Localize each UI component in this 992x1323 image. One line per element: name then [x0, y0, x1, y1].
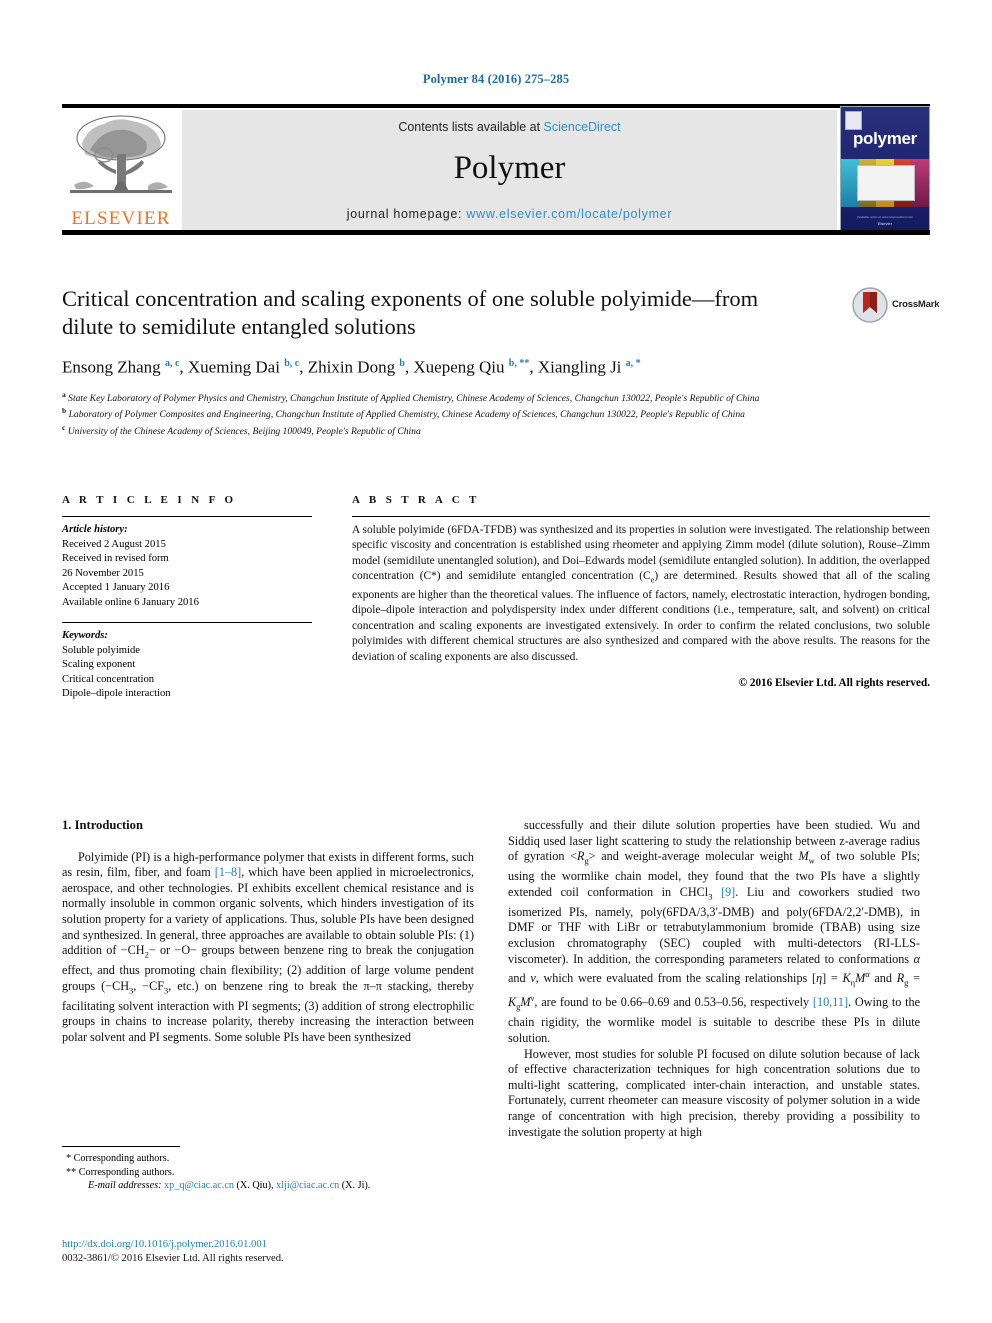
affiliation-item: a State Key Laboratory of Polymer Physic…	[62, 389, 760, 404]
abstract-column: A B S T R A C T A soluble polyimide (6FD…	[352, 494, 930, 689]
crossmark-badge[interactable]: CrossMark	[852, 287, 952, 327]
cover-inset-figure	[857, 165, 915, 201]
affiliation-list: a State Key Laboratory of Polymer Physic…	[62, 389, 917, 439]
article-history-item: 26 November 2015	[62, 567, 144, 579]
affiliation-item: b Laboratory of Polymer Composites and E…	[62, 406, 745, 421]
article-history-item: Received in revised form	[62, 553, 169, 564]
author-separator: ,	[529, 357, 538, 377]
issn-copyright: 0032-3861/© 2016 Elsevier Ltd. All right…	[62, 1253, 284, 1264]
homepage-prefix: journal homepage:	[346, 207, 467, 221]
footnote-rule	[62, 1146, 180, 1147]
author-affiliation-mark: b, **	[508, 358, 530, 369]
keyword-item: Soluble polyimide	[62, 644, 140, 656]
elsevier-logo: ELSEVIER	[62, 110, 180, 230]
email-owner-ji: (X. Ji).	[341, 1180, 371, 1192]
footnote-line-2: ** Corresponding authors.	[62, 1166, 474, 1180]
article-info-heading: A R T I C L E I N F O	[62, 494, 237, 506]
keywords-label: Keywords:	[62, 630, 108, 641]
crossmark-label: CrossMark	[892, 299, 940, 310]
abstract-body: A soluble polyimide (6FDA-TFDB) was synt…	[352, 524, 930, 663]
cover-journal-title: polymer	[852, 129, 918, 148]
cover-subfooter: Available online at www.sciencedirect.co…	[856, 215, 914, 219]
article-info-column: A R T I C L E I N F O Article history: R…	[62, 494, 312, 702]
footnote-text-1: Corresponding authors.	[73, 1153, 170, 1164]
cover-publisher-badge	[845, 111, 862, 130]
masthead-center-panel: Contents lists available at ScienceDirec…	[182, 110, 837, 230]
keywords-list: Soluble polyimide Scaling exponent Critica…	[62, 644, 312, 702]
journal-masthead: ELSEVIER Contents lists available at Sci…	[62, 104, 930, 235]
affiliation-mark: c	[62, 422, 66, 432]
intro-paragraph-3: However, most studies for soluble PI foc…	[508, 1046, 920, 1139]
footnote-mark-2: **	[66, 1166, 77, 1178]
running-head: Polymer 84 (2016) 275–285	[422, 72, 570, 86]
author-name: Xiangling Ji	[537, 357, 626, 377]
author-name: Xueming Dai	[187, 357, 285, 377]
email-owner-qiu: (X. Qiu),	[236, 1180, 274, 1192]
elsevier-wordmark: ELSEVIER	[71, 208, 171, 229]
affiliation-item: c University of the Chinese Academy of S…	[62, 422, 421, 438]
journal-title: Polymer	[453, 150, 566, 186]
footnote-line-1: * Corresponding authors.	[62, 1152, 474, 1166]
footnote-block: * Corresponding authors. ** Correspondin…	[62, 1146, 474, 1193]
footnote-text-2: Corresponding authors.	[78, 1166, 175, 1178]
author-affiliation-mark: b, c	[284, 358, 300, 369]
affiliation-mark: b	[62, 406, 67, 416]
abstract-heading: A B S T R A C T	[352, 494, 480, 506]
keyword-item: Dipole–dipole interaction	[62, 688, 171, 699]
abstract-rule	[352, 516, 930, 517]
email-addresses-label: E-mail addresses:	[88, 1180, 162, 1192]
author-separator: ,	[299, 357, 308, 377]
masthead-bottom-rule	[62, 230, 930, 235]
bottom-metadata: http://dx.doi.org/10.1016/j.polymer.2016…	[62, 1238, 562, 1266]
abstract-copyright: © 2016 Elsevier Ltd. All rights reserved…	[738, 676, 930, 689]
title-block: Critical concentration and scaling expon…	[62, 285, 852, 438]
author-name: Zhixin Dong	[307, 357, 400, 377]
section-heading-introduction: 1. Introduction	[62, 818, 143, 832]
crossmark-icon	[852, 287, 888, 323]
journal-cover-thumbnail: polymer Available online at www.scienced…	[840, 106, 930, 232]
article-history-item: Accepted 1 January 2016	[62, 582, 170, 593]
masthead-top-rule	[62, 104, 930, 108]
keyword-item: Scaling exponent	[62, 659, 136, 670]
cover-footer: Elsevier	[877, 221, 893, 226]
footnote-emails: E-mail addresses: xp_q@ciac.ac.cn (X. Qi…	[62, 1179, 474, 1193]
paper-page: Polymer 84 (2016) 275–285 ELSEVIER Conte…	[0, 0, 992, 1323]
article-history-item: Available online 6 January 2016	[62, 596, 199, 608]
keywords-rule	[62, 622, 312, 623]
body-column-left: 1. Introduction Polyimide (PI) is a high…	[62, 818, 474, 1046]
article-history-item: Received 2 August 2015	[62, 538, 166, 550]
contents-prefix: Contents lists available at	[398, 120, 544, 134]
intro-paragraph-1: Polyimide (PI) is a high-performance pol…	[62, 849, 475, 1044]
author-affiliation-mark: a, *	[625, 358, 641, 369]
author-name: Ensong Zhang	[62, 357, 165, 377]
doi-link[interactable]: http://dx.doi.org/10.1016/j.polymer.2016…	[62, 1238, 562, 1252]
author-separator: ,	[179, 357, 188, 377]
citation-ref[interactable]: [10,11]	[813, 995, 848, 1009]
author-name: Xuepeng Qiu	[413, 357, 509, 377]
citation-ref[interactable]: [9]	[721, 885, 735, 899]
body-column-right: successfully and their dilute solution p…	[508, 818, 920, 1140]
affiliation-mark: a	[62, 389, 66, 399]
journal-homepage-line: journal homepage: www.elsevier.com/locat…	[182, 207, 837, 221]
page-title: Critical concentration and scaling expon…	[62, 286, 759, 339]
footnote-mark-1: *	[66, 1153, 72, 1164]
journal-homepage-link[interactable]: www.elsevier.com/locate/polymer	[466, 207, 672, 221]
contents-available-line: Contents lists available at ScienceDirec…	[182, 120, 837, 134]
article-history-label: Article history:	[62, 524, 128, 535]
email-link-ji[interactable]: xlji@ciac.ac.cn	[276, 1180, 339, 1191]
elsevier-tree-icon	[70, 115, 172, 193]
keyword-item: Critical concentration	[62, 673, 155, 685]
author-affiliation-mark: a, c	[164, 358, 180, 369]
intro-paragraph-2: successfully and their dilute solution p…	[508, 818, 920, 1045]
citation-ref[interactable]: [1–8]	[215, 865, 241, 879]
article-history-list: Received 2 August 2015 Received in revise…	[62, 538, 312, 611]
email-link-qiu[interactable]: xp_q@ciac.ac.cn	[164, 1180, 234, 1191]
author-list: Ensong Zhang a, c, Xueming Dai b, c, Zhi…	[62, 353, 852, 379]
article-info-rule	[62, 516, 312, 517]
sciencedirect-link[interactable]: ScienceDirect	[544, 120, 621, 134]
